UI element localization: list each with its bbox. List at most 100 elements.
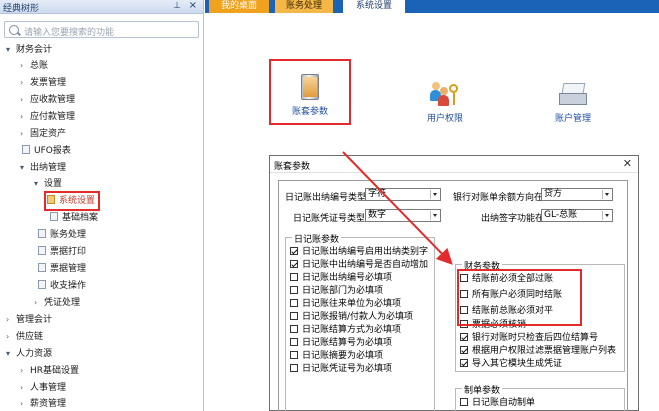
checkbox[interactable] (290, 286, 298, 294)
checkbox-checked[interactable] (290, 247, 298, 255)
tree-item-label: HR基础设置 (30, 366, 80, 376)
tree-item-receivables[interactable]: › 应收款管理 (20, 92, 75, 108)
option-label: 日记账报销/付款人为必填项 (302, 312, 414, 322)
bank-balance-direction-select[interactable]: 贷方 (541, 188, 613, 201)
journal-option-10[interactable]: 日记账凭证号为必填项 (290, 363, 392, 375)
tree-item-accounting[interactable]: 账务处理 (38, 227, 86, 243)
tree-item-income-expense[interactable]: 收支操作 (38, 278, 86, 294)
checkbox[interactable] (290, 299, 298, 307)
checkbox[interactable] (290, 312, 298, 320)
option-label: 日记账出纳编号必填项 (302, 273, 393, 283)
journal-option-8[interactable]: 日记账结算号为必填项 (290, 337, 392, 349)
journal-option-5[interactable]: 日记账往来单位为必填项 (290, 298, 401, 310)
journal-option-3[interactable]: 日记账出纳编号必填项 (290, 272, 392, 284)
journal-option-1[interactable]: 日记账出纳编号启用出纳类别字 (290, 246, 428, 258)
expand-arrow-icon: › (20, 383, 24, 392)
expand-arrow-icon: › (20, 112, 24, 121)
cashier-sign-label: 出纳签字功能在 (481, 214, 545, 224)
tree-item-management-accounting[interactable]: › 管理会计 (6, 312, 52, 328)
option-label: 日记账凭证号为必填项 (302, 364, 393, 374)
workspace: 账套参数 用户权限 账户管理 账套参数 ✕ 日记账出纳编号类型 字符 银行对账单… (205, 13, 659, 411)
checkbox-checked[interactable] (460, 333, 468, 341)
tree-item-basic-archives[interactable]: 基础档案 (50, 210, 98, 226)
page-icon (38, 229, 46, 238)
tree-item-label: 票据打印 (50, 247, 87, 257)
cashier-sign-value: GL-总账 (544, 210, 578, 220)
tree-item-ufo-report[interactable]: UFO报表 (22, 143, 71, 159)
tree-item-bill-print[interactable]: 票据打印 (38, 244, 86, 260)
voucher-no-type-value: 数字 (368, 210, 387, 220)
page-icon (38, 246, 46, 255)
finance-option-5[interactable]: 银行对账时只检查后四位结算号 (460, 332, 598, 344)
tree-item-general-ledger[interactable]: › 总账 (20, 58, 48, 74)
checkbox[interactable] (290, 364, 298, 372)
function-search-input[interactable]: 请输入您要搜索的功能 (4, 21, 199, 38)
tree-item-label: 凭证处理 (44, 298, 81, 308)
finance-option-6[interactable]: 根据用户权限过滤票据管理账户列表 (460, 345, 616, 357)
tree-item-label: 管理会计 (16, 315, 53, 325)
journal-option-9[interactable]: 日记账摘要为必填项 (290, 350, 383, 362)
tree-item-label: 人事管理 (30, 383, 67, 393)
journal-option-2[interactable]: 日记账中出纳编号是否自动增加 (290, 259, 428, 271)
tree-item-invoice[interactable]: › 发票管理 (20, 75, 66, 91)
user-permissions-button[interactable]: 用户权限 (417, 81, 473, 125)
tree-item-label: UFO报表 (34, 146, 71, 156)
checkbox[interactable] (290, 325, 298, 333)
tab-accounting[interactable]: 账务处理 (275, 0, 333, 13)
expand-arrow-icon: ▾ (20, 163, 25, 172)
tree-item-label: 固定资产 (30, 129, 67, 139)
voucher-option-1[interactable]: 日记账自动制单 (460, 397, 535, 409)
checkbox-checked[interactable] (460, 346, 468, 354)
checkbox-checked[interactable] (460, 359, 468, 367)
tree-item-supply-chain[interactable]: › 供应链 (6, 329, 43, 345)
checkbox[interactable] (290, 338, 298, 346)
account-manage-label: 账户管理 (554, 114, 591, 124)
account-params-button[interactable]: 账套参数 (269, 59, 351, 125)
expand-arrow-icon: › (20, 95, 24, 104)
checkbox[interactable] (460, 398, 468, 406)
pin-icon[interactable]: ⊥ (173, 1, 181, 11)
users-key-icon (430, 81, 460, 109)
finance-option-7[interactable]: 导入其它模块生成凭证 (460, 358, 562, 370)
tree-item-voucher[interactable]: › 凭证处理 (34, 295, 80, 311)
panel-header: 经典树形 ⊥ × (0, 0, 203, 14)
tab-system-settings[interactable]: 系统设置 (343, 0, 405, 13)
tree-item-payroll[interactable]: › 薪资管理 (20, 396, 66, 411)
panel-title: 经典树形 (3, 4, 40, 14)
tree-item-label: 薪资管理 (30, 399, 67, 409)
page-icon (38, 280, 46, 289)
journal-option-6[interactable]: 日记账报销/付款人为必填项 (290, 311, 413, 323)
highlight-box (457, 269, 582, 326)
option-label: 日记账摘要为必填项 (302, 351, 384, 361)
tree-item-label: 账务处理 (50, 230, 87, 240)
journal-no-type-select[interactable]: 字符 (365, 188, 441, 201)
tree-item-system-settings[interactable]: 系统设置 (44, 191, 101, 211)
tree-item-financial-accounting[interactable]: ▾ 财务会计 (6, 42, 52, 58)
expand-arrow-icon: › (20, 129, 24, 138)
tree-item-personnel[interactable]: › 人事管理 (20, 380, 66, 396)
tree-item-hr-basic[interactable]: › HR基础设置 (20, 363, 79, 379)
checkbox[interactable] (290, 273, 298, 281)
tree-item-human-resources[interactable]: ▾ 人力资源 (6, 346, 52, 362)
checkbox-checked[interactable] (290, 260, 298, 268)
dialog-close-icon[interactable]: ✕ (623, 157, 632, 170)
expand-arrow-icon: › (20, 366, 24, 375)
tree-item-payables[interactable]: › 应付款管理 (20, 109, 75, 125)
account-manage-button[interactable]: 账户管理 (545, 81, 601, 125)
tab-my-desktop[interactable]: 我的桌面 (209, 0, 269, 13)
journal-option-7[interactable]: 日记账结算方式为必填项 (290, 324, 401, 336)
tree-item-fixed-assets[interactable]: › 固定资产 (20, 126, 66, 142)
dialog-titlebar: 账套参数 ✕ (270, 156, 638, 173)
bank-balance-direction-label: 银行对账单余额方向在 (453, 193, 544, 203)
tree-item-bill-manage[interactable]: 票据管理 (38, 261, 86, 277)
close-icon[interactable]: × (189, 0, 197, 11)
option-label: 日记账中出纳编号是否自动增加 (302, 260, 429, 270)
voucher-no-type-select[interactable]: 数字 (365, 209, 441, 222)
cashier-sign-select[interactable]: GL-总账 (541, 209, 613, 222)
account-params-label: 账套参数 (291, 107, 328, 117)
journal-option-4[interactable]: 日记账部门为必填项 (290, 285, 383, 297)
tree-item-cashier[interactable]: ▾ 出纳管理 (20, 160, 66, 176)
expand-arrow-icon: › (6, 332, 10, 341)
tree-item-settings[interactable]: ▾ 设置 (34, 176, 62, 192)
checkbox[interactable] (290, 351, 298, 359)
